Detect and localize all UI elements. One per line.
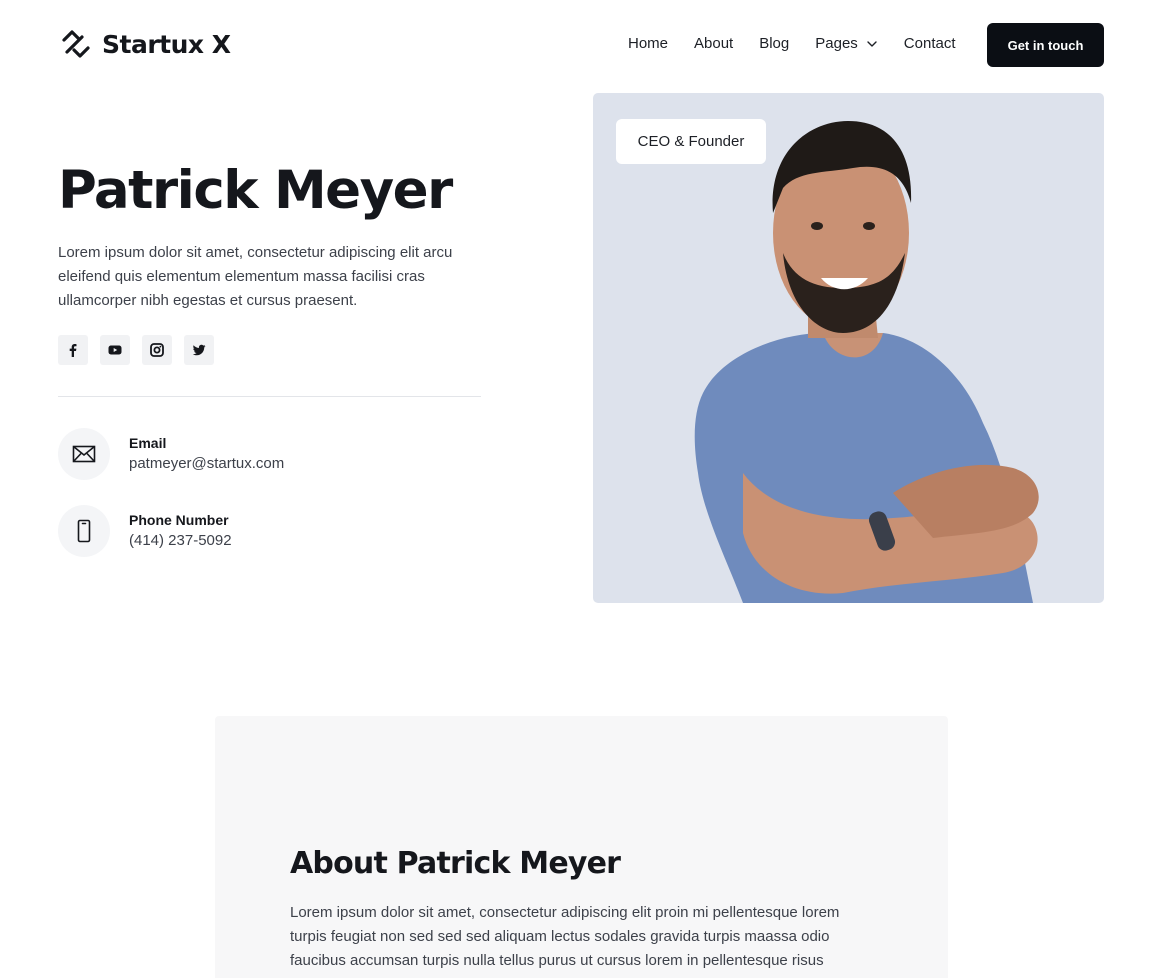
nav-item-home[interactable]: Home <box>628 35 668 52</box>
about-title: About Patrick Meyer <box>290 846 621 881</box>
role-badge: CEO & Founder <box>616 119 766 164</box>
instagram-link[interactable] <box>142 335 172 365</box>
hero-bio: Lorem ipsum dolor sit amet, consectetur … <box>58 244 453 309</box>
person-illustration <box>694 121 1039 603</box>
nav-item-pages-label: Pages <box>815 35 858 52</box>
nav-item-about[interactable]: About <box>694 35 733 52</box>
profile-photo: CEO & Founder <box>593 93 1104 603</box>
instagram-icon <box>150 343 164 357</box>
main-menu: Home About Blog Pages Contact <box>628 35 956 52</box>
about-section: About Patrick Meyer Lorem ipsum dolor si… <box>215 716 948 978</box>
email-icon-wrapper <box>58 428 110 480</box>
nav-item-contact[interactable]: Contact <box>904 35 956 52</box>
facebook-link[interactable] <box>58 335 88 365</box>
facebook-icon <box>69 344 77 357</box>
brand-logo[interactable]: Startux X <box>58 26 231 62</box>
divider <box>58 396 481 397</box>
nav-item-blog[interactable]: Blog <box>759 35 789 52</box>
get-in-touch-button[interactable]: Get in touch <box>987 23 1104 67</box>
page-title: Patrick Meyer <box>58 160 453 221</box>
twitter-link[interactable] <box>184 335 214 365</box>
contact-phone: Phone Number (414) 237-5092 <box>58 505 232 557</box>
phone-label: Phone Number <box>129 512 229 528</box>
about-text: Lorem ipsum dolor sit amet, consectetur … <box>290 904 840 969</box>
chevron-down-icon <box>867 40 877 47</box>
mail-icon <box>72 445 96 463</box>
top-navigation: Startux X Home About Blog Pages Contact … <box>0 0 1164 90</box>
logo-icon <box>62 30 90 58</box>
phone-value[interactable]: (414) 237-5092 <box>129 530 232 552</box>
phone-icon <box>77 519 91 543</box>
phone-icon-wrapper <box>58 505 110 557</box>
email-value[interactable]: patmeyer@startux.com <box>129 453 284 475</box>
email-label: Email <box>129 435 167 451</box>
youtube-icon <box>108 345 122 355</box>
nav-item-pages[interactable]: Pages <box>815 35 878 52</box>
brand-name: Startux X <box>102 29 231 59</box>
contact-email: Email patmeyer@startux.com <box>58 428 284 480</box>
twitter-icon <box>192 344 206 356</box>
youtube-link[interactable] <box>100 335 130 365</box>
social-links <box>58 335 214 365</box>
